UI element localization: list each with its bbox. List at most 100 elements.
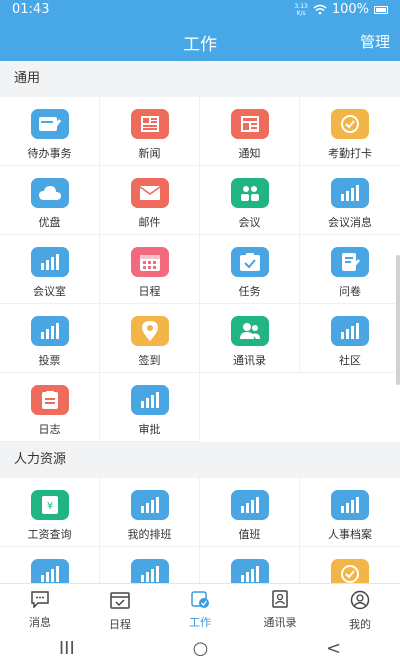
home-button[interactable]: ○	[193, 638, 209, 659]
chart-icon	[30, 316, 69, 346]
app-tile[interactable]: 待办事务	[0, 97, 100, 166]
tab-4[interactable]: 我的	[320, 584, 400, 631]
app-tile-label: 会议室	[33, 285, 66, 298]
message-icon	[30, 590, 50, 612]
app-tile[interactable]: 通知	[200, 97, 300, 166]
app-tile[interactable]: 日程	[100, 235, 200, 304]
tab-0[interactable]: 消息	[0, 584, 80, 631]
app-tile-label: 日志	[38, 423, 61, 436]
app-tile[interactable]: 投票	[0, 304, 100, 373]
manage-button[interactable]: 管理	[360, 31, 390, 52]
app-tile-label: 日程	[138, 285, 161, 298]
app-grid: 待办事务 新闻 通知 考勤打卡优盘 邮件 会议 会议消息会议室 日程 任务 问卷投票 签到 通讯录 社区…	[0, 97, 400, 442]
tab-2[interactable]: 工作	[160, 584, 240, 631]
app-tile[interactable]: 日志	[0, 373, 100, 442]
app-tile[interactable]: 值班	[200, 478, 300, 547]
status-time: 01:43	[12, 2, 50, 17]
app-tile[interactable]: 邮件	[100, 166, 200, 235]
app-tile[interactable]	[0, 547, 100, 583]
app-tile-label: 通讯录	[233, 354, 266, 367]
task-icon	[230, 247, 269, 277]
app-tile[interactable]: 审批	[100, 373, 200, 442]
app-tile-label: 值班	[238, 528, 261, 541]
app-tile-label: 签到	[138, 354, 161, 367]
app-tile[interactable]: ¥ 工资查询	[0, 478, 100, 547]
address-book-icon	[270, 590, 290, 612]
app-tile-label: 考勤打卡	[328, 147, 372, 160]
meeting-people-icon	[230, 178, 269, 208]
app-tile-label: 待办事务	[27, 147, 72, 160]
app-tile-label: 会议	[238, 216, 261, 229]
app-tile[interactable]: 会议	[200, 166, 300, 235]
work-icon	[190, 590, 210, 612]
tab-label: 消息	[29, 616, 51, 629]
app-tile[interactable]: 签到	[100, 304, 200, 373]
contacts-icon	[230, 316, 269, 346]
system-nav-bar: III ○ <	[0, 631, 400, 666]
recent-apps-button[interactable]: III	[59, 638, 75, 659]
app-tile[interactable]	[100, 547, 200, 583]
app-tile[interactable]: 新闻	[100, 97, 200, 166]
chart-icon	[30, 247, 69, 277]
section-title: 通用	[0, 61, 400, 97]
page-title: 工作	[183, 35, 217, 55]
app-tile-label: 投票	[38, 354, 61, 367]
section-title: 人力资源	[0, 442, 400, 478]
app-tile[interactable]	[200, 547, 300, 583]
tab-label: 我的	[349, 618, 371, 631]
app-tile-label: 任务	[238, 285, 261, 298]
chart-icon	[230, 559, 269, 583]
app-header: 工作 管理	[0, 20, 400, 61]
app-tile-label: 会议消息	[328, 216, 372, 229]
tab-label: 通讯录	[263, 616, 297, 629]
tab-3[interactable]: 通讯录	[240, 584, 320, 631]
app-tile[interactable]: 考勤打卡	[300, 97, 400, 166]
tab-1[interactable]: 日程	[80, 584, 160, 631]
scrollbar[interactable]	[396, 255, 400, 385]
chart-icon	[30, 559, 69, 583]
app-tile[interactable]: 通讯录	[200, 304, 300, 373]
chart-icon	[230, 490, 269, 520]
profile-icon	[350, 590, 370, 614]
app-tile[interactable]: 任务	[200, 235, 300, 304]
app-tile-label: 优盘	[38, 216, 61, 229]
app-tile[interactable]: 会议消息	[300, 166, 400, 235]
app-tile[interactable]	[300, 547, 400, 583]
app-tile-label: 通知	[238, 147, 261, 160]
todo-card-icon	[30, 109, 69, 139]
clock-in-icon	[331, 109, 369, 139]
svg-text:¥: ¥	[46, 501, 52, 512]
cloud-icon	[30, 178, 69, 208]
tab-label: 工作	[189, 616, 211, 629]
network-speed: 3.13 K/s	[294, 2, 308, 17]
newspaper-icon	[130, 109, 169, 139]
battery-percent: 100%	[331, 2, 369, 17]
questionnaire-icon	[331, 247, 369, 277]
salary-icon: ¥	[30, 490, 69, 520]
battery-icon	[374, 5, 388, 14]
app-tile-label: 我的排班	[127, 528, 172, 541]
app-tile-label: 社区	[339, 354, 361, 367]
status-bar: 01:43 3.13 K/s 100%	[0, 0, 400, 20]
app-tile[interactable]: 问卷	[300, 235, 400, 304]
log-icon	[30, 385, 69, 415]
app-tile[interactable]: 我的排班	[100, 478, 200, 547]
chart-icon	[331, 490, 369, 520]
notice-icon	[230, 109, 269, 139]
wifi-icon	[313, 4, 327, 15]
chart-icon	[331, 316, 369, 346]
app-tile[interactable]: 人事档案	[300, 478, 400, 547]
back-button[interactable]: <	[326, 638, 341, 659]
chart-icon	[331, 178, 369, 208]
chart-icon	[130, 559, 169, 583]
work-content[interactable]: 通用待办事务 新闻 通知 考勤打卡优盘 邮件 会议 会议消息会议室 日程 任务 问卷投票 签到 通讯录…	[0, 61, 400, 583]
app-grid: ¥ 工资查询 我的排班 值班 人事档案	[0, 478, 400, 583]
app-tile-label: 工资查询	[27, 528, 72, 541]
chart-icon	[130, 385, 169, 415]
tab-label: 日程	[109, 618, 131, 631]
mail-icon	[130, 178, 169, 208]
app-tile[interactable]: 社区	[300, 304, 400, 373]
app-tile[interactable]: 优盘	[0, 166, 100, 235]
app-tile-label: 新闻	[138, 147, 161, 160]
app-tile[interactable]: 会议室	[0, 235, 100, 304]
